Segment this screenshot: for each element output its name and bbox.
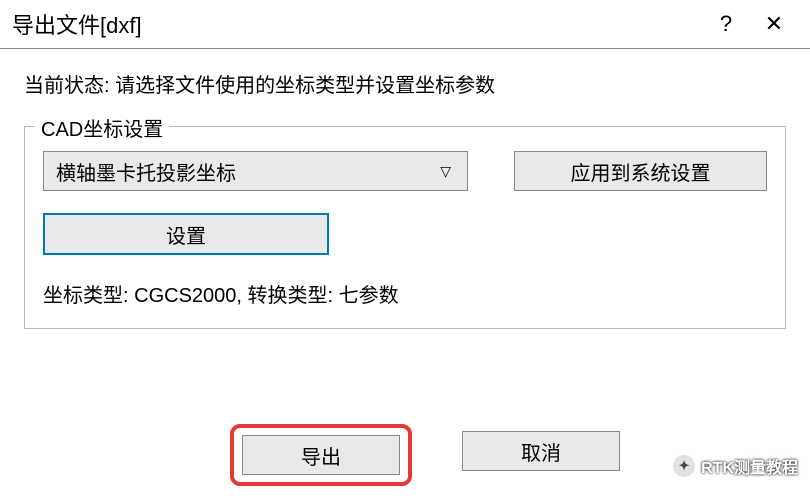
projection-dropdown[interactable]: 横轴墨卡托投影坐标 ▽ (43, 151, 468, 191)
export-highlight: 导出 (230, 424, 412, 486)
window-title: 导出文件[dxf] (12, 8, 702, 40)
cancel-button-label: 取消 (521, 437, 561, 466)
cancel-button[interactable]: 取消 (462, 431, 620, 471)
export-button[interactable]: 导出 (242, 435, 400, 475)
coord-info: 坐标类型: CGCS2000, 转换类型: 七参数 (43, 279, 767, 308)
dialog-content: 当前状态: 请选择文件使用的坐标类型并设置坐标参数 CAD坐标设置 横轴墨卡托投… (0, 49, 810, 349)
cad-settings-group: CAD坐标设置 横轴墨卡托投影坐标 ▽ 应用到系统设置 设置 坐标类型: CGC… (24, 126, 786, 329)
close-button[interactable]: ✕ (750, 11, 798, 37)
settings-button-label: 设置 (166, 220, 206, 249)
export-button-label: 导出 (301, 441, 341, 470)
cancel-wrap: 取消 (462, 424, 620, 486)
watermark: ✦ RTK测量教程 (673, 454, 798, 478)
help-button[interactable]: ? (702, 11, 750, 37)
transform-label: , 转换类型: (236, 285, 338, 307)
coord-type-label: 坐标类型: (43, 285, 134, 307)
settings-button[interactable]: 设置 (43, 213, 329, 255)
status-value: 请选择文件使用的坐标类型并设置坐标参数 (115, 75, 495, 97)
chevron-down-icon: ▽ (440, 163, 451, 180)
cad-settings-row: 横轴墨卡托投影坐标 ▽ 应用到系统设置 (43, 151, 767, 191)
transform-value: 七参数 (339, 285, 399, 307)
status-label: 当前状态: (24, 75, 115, 97)
title-bar: 导出文件[dxf] ? ✕ (0, 0, 810, 49)
watermark-text: RTK测量教程 (701, 454, 798, 478)
projection-dropdown-value: 横轴墨卡托投影坐标 (56, 157, 440, 186)
cad-settings-legend: CAD坐标设置 (35, 113, 169, 142)
wechat-icon: ✦ (673, 455, 695, 477)
coord-type-value: CGCS2000 (134, 285, 236, 307)
apply-button-label: 应用到系统设置 (571, 157, 711, 186)
apply-to-system-button[interactable]: 应用到系统设置 (514, 151, 767, 191)
status-row: 当前状态: 请选择文件使用的坐标类型并设置坐标参数 (24, 69, 786, 98)
